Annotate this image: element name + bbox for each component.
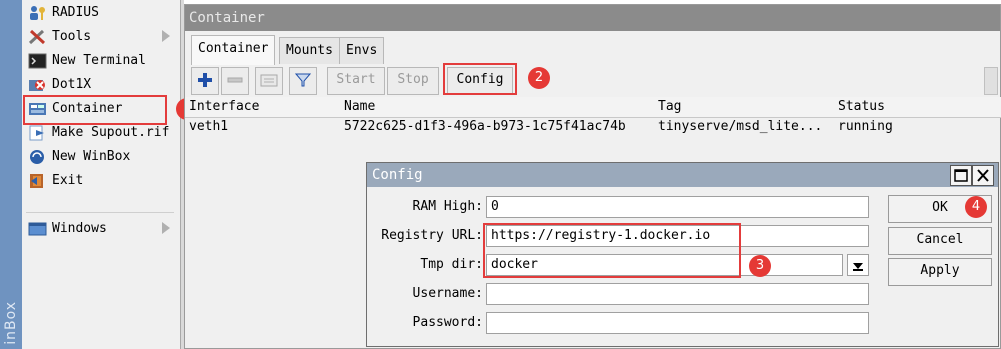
window-title-bar[interactable]: Container <box>185 5 1000 31</box>
password-field[interactable] <box>486 312 869 334</box>
menu-item-new-winbox[interactable]: New WinBox <box>26 146 176 168</box>
menu-item-label: RADIUS <box>52 5 99 20</box>
close-button[interactable] <box>972 165 994 186</box>
menu-item-make-supout[interactable]: Make Supout.rif <box>26 122 176 144</box>
cell-tag: tinyserve/msd_lite... <box>658 119 823 134</box>
dot1x-icon <box>29 80 45 91</box>
plus-icon <box>198 73 212 87</box>
username-field[interactable] <box>486 283 869 305</box>
menu-item-label: Tools <box>52 29 92 44</box>
ram-high-field[interactable]: 0 <box>486 196 869 218</box>
menu-item-tools[interactable]: Tools <box>26 26 176 48</box>
menu-item-label: Exit <box>52 173 84 188</box>
menu-item-radius[interactable]: RADIUS <box>26 2 176 24</box>
column-header-interface[interactable]: Interface <box>185 97 345 118</box>
menu-item-label: New WinBox <box>52 149 131 164</box>
menu-item-exit[interactable]: Exit <box>26 170 176 192</box>
maximize-button[interactable] <box>950 165 972 186</box>
cell-name: 5722c625-d1f3-496a-b973-1c75f41ac74b <box>344 119 626 134</box>
toolbar-scroll-handle[interactable] <box>984 67 998 95</box>
winbox-side-strip: inBox <box>0 0 22 349</box>
menu-item-windows[interactable]: Windows <box>26 218 176 240</box>
supout-icon <box>29 125 44 141</box>
remove-button[interactable] <box>221 67 249 95</box>
column-header-filler <box>954 97 1001 118</box>
password-label: Password: <box>412 315 483 330</box>
menu-item-label: Dot1X <box>52 77 92 92</box>
stop-button[interactable]: Stop <box>387 67 439 95</box>
tmp-dir-label: Tmp dir: <box>420 257 483 272</box>
tab-envs[interactable]: Envs <box>339 37 385 64</box>
exit-icon <box>30 174 43 188</box>
strip-label: inBox <box>3 301 19 345</box>
add-button[interactable] <box>191 67 219 95</box>
tools-icon <box>28 29 46 45</box>
filter-icon <box>294 73 312 87</box>
terminal-icon <box>28 53 47 69</box>
menu-item-label: Make Supout.rif <box>52 125 170 140</box>
menu-item-label: New Terminal <box>52 53 146 68</box>
registry-url-label: Registry URL: <box>381 228 483 243</box>
menu-divider <box>26 212 174 213</box>
menu-item-new-terminal[interactable]: New Terminal <box>26 50 176 72</box>
tmp-dir-dropdown-button[interactable] <box>847 254 869 276</box>
cell-status: running <box>838 119 893 134</box>
username-label: Username: <box>412 286 483 301</box>
highlight-box-registry-fields <box>483 223 741 278</box>
radius-icon <box>30 6 45 20</box>
tab-container[interactable]: Container <box>191 35 276 65</box>
submenu-arrow-icon <box>162 222 170 234</box>
menu-item-dot1x[interactable]: Dot1X <box>26 74 176 96</box>
submenu-arrow-icon <box>162 30 170 42</box>
comment-button[interactable] <box>255 67 283 95</box>
step-badge-4: 4 <box>965 196 987 218</box>
windows-icon <box>28 222 47 236</box>
window-title: Container <box>189 10 265 26</box>
cancel-button[interactable]: Cancel <box>888 227 992 255</box>
maximize-icon <box>954 169 968 182</box>
start-button[interactable]: Start <box>327 67 385 95</box>
minus-icon <box>227 77 243 83</box>
step-badge-3: 3 <box>749 255 771 277</box>
dropdown-arrow-icon <box>853 263 863 271</box>
column-header-name[interactable]: Name <box>340 97 659 118</box>
highlight-box-config-button <box>443 63 517 95</box>
cell-interface: veth1 <box>189 119 229 134</box>
dialog-title-bar[interactable]: Config <box>367 163 998 187</box>
winbox-icon <box>30 150 44 164</box>
step-badge-2: 2 <box>528 67 550 89</box>
highlight-box-container-menu <box>23 95 167 125</box>
menu-item-label: Windows <box>52 221 107 236</box>
apply-button[interactable]: Apply <box>888 258 992 286</box>
column-header-status[interactable]: Status <box>834 97 959 118</box>
comment-icon <box>260 74 278 87</box>
column-header-tag[interactable]: Tag <box>654 97 839 118</box>
filter-button[interactable] <box>289 67 317 95</box>
ram-high-label: RAM High: <box>412 199 483 214</box>
sidebar-menu: RADIUS Tools New Terminal Dot1X Containe… <box>22 0 180 349</box>
close-icon <box>977 169 989 182</box>
dialog-title: Config <box>372 167 423 183</box>
tab-mounts[interactable]: Mounts <box>279 37 340 64</box>
